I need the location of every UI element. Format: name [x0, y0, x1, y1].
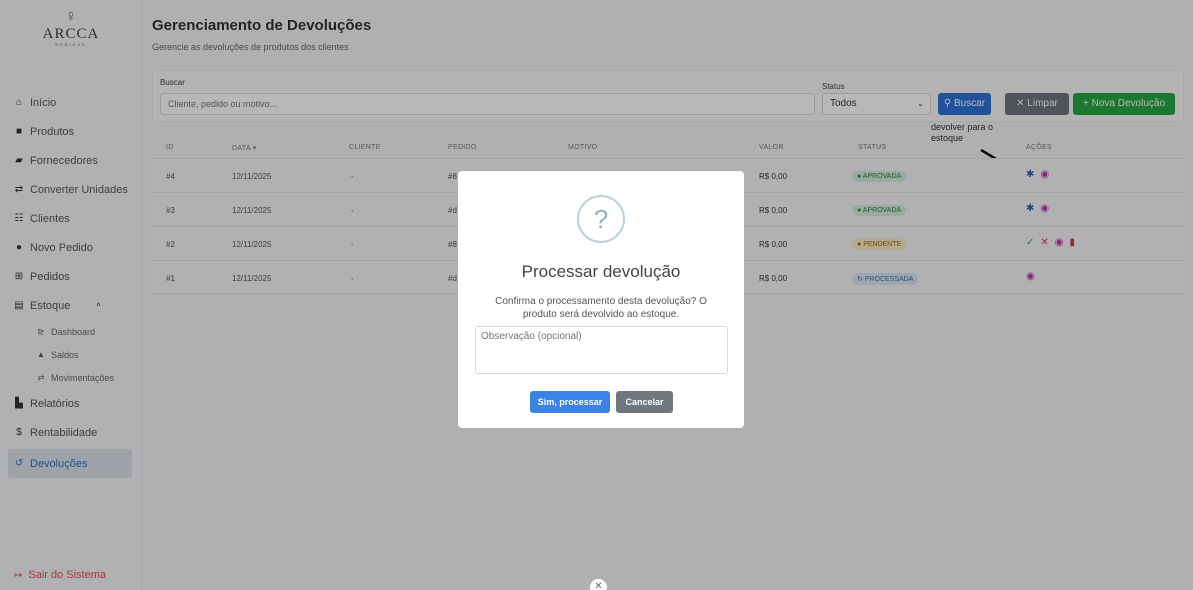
question-icon: ?	[577, 195, 625, 243]
confirm-process-button[interactable]: Sim, processar	[530, 391, 610, 413]
dialog-message: Confirma o processamento desta devolução…	[495, 296, 707, 320]
observation-textarea[interactable]	[475, 326, 728, 374]
process-return-dialog: ? Processar devolução Confirma o process…	[458, 171, 744, 428]
cancel-button[interactable]: Cancelar	[616, 391, 673, 413]
dialog-title: Processar devolução	[521, 262, 681, 281]
close-icon[interactable]: ✕	[590, 579, 607, 590]
